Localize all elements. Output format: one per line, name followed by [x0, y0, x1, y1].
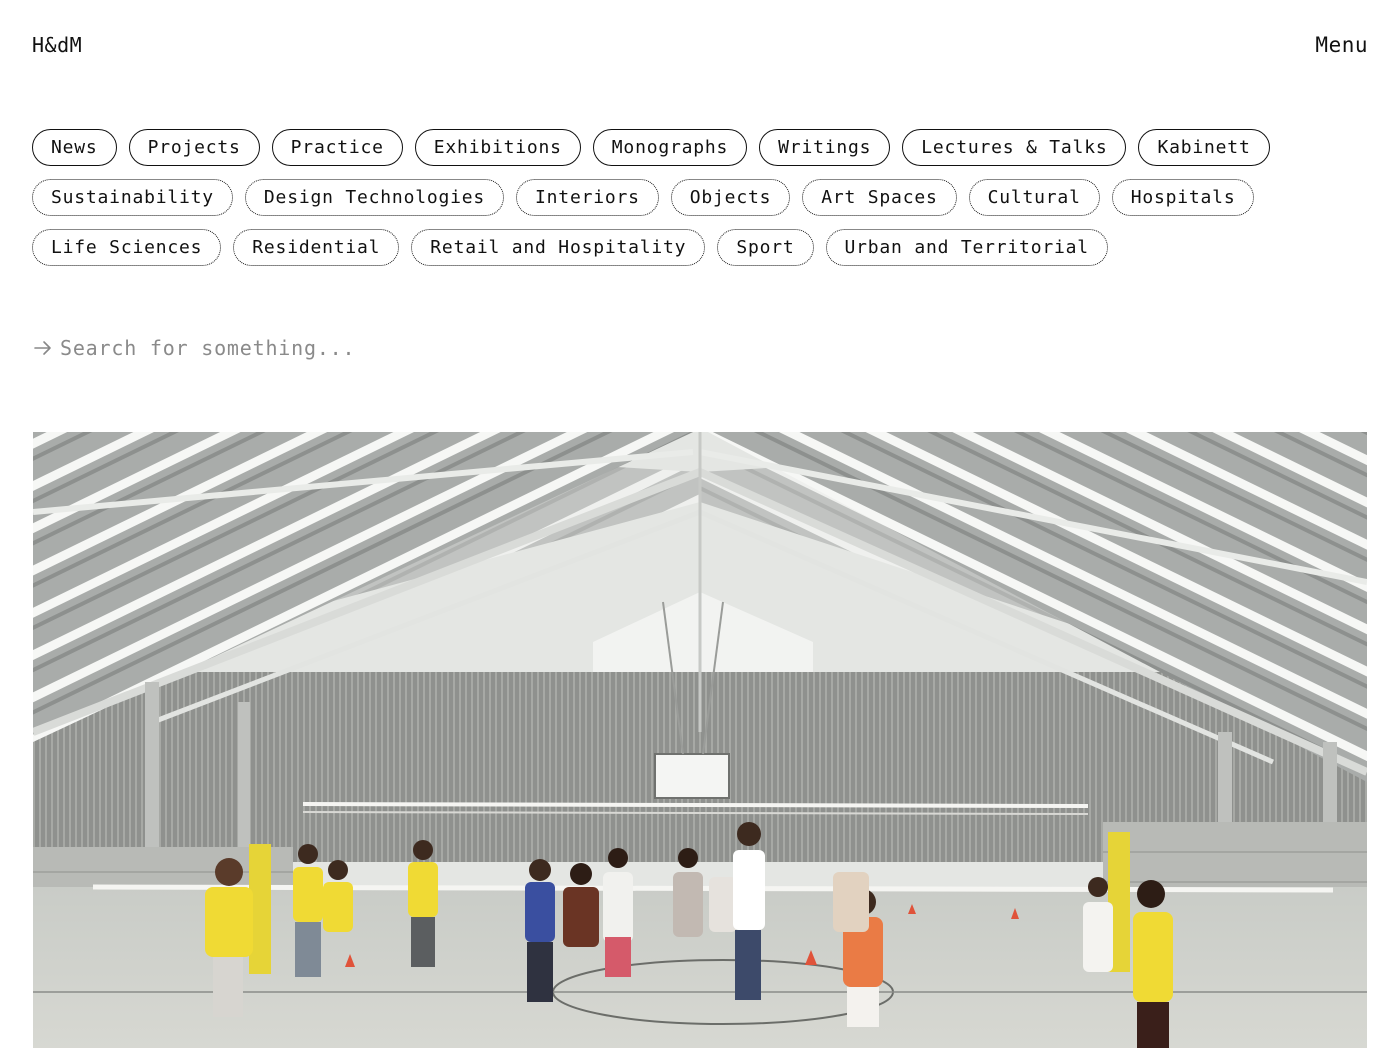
search-bar — [32, 332, 632, 364]
tag-design-technologies[interactable]: Design Technologies — [244, 179, 505, 216]
site-logo[interactable]: H&dM — [32, 33, 82, 57]
secondary-category-row: Sustainability Design Technologies Inter… — [32, 179, 1372, 216]
tag-lectures-talks[interactable]: Lectures & Talks — [902, 129, 1127, 166]
tag-practice[interactable]: Practice — [271, 129, 403, 166]
tag-monographs[interactable]: Monographs — [592, 129, 748, 166]
tag-sustainability[interactable]: Sustainability — [32, 179, 233, 216]
tag-hospitals[interactable]: Hospitals — [1111, 179, 1255, 216]
primary-category-row: News Projects Practice Exhibitions Monog… — [32, 129, 1372, 166]
tag-objects[interactable]: Objects — [670, 179, 791, 216]
tag-art-spaces[interactable]: Art Spaces — [802, 179, 957, 216]
tag-urban-territorial[interactable]: Urban and Territorial — [825, 229, 1108, 266]
tag-sport[interactable]: Sport — [717, 229, 814, 266]
category-filters: News Projects Practice Exhibitions Monog… — [32, 129, 1372, 279]
search-input[interactable] — [60, 336, 580, 360]
secondary-category-row: Life Sciences Residential Retail and Hos… — [32, 229, 1372, 266]
hero-image[interactable] — [33, 432, 1367, 1048]
tag-life-sciences[interactable]: Life Sciences — [32, 229, 222, 266]
tag-projects[interactable]: Projects — [128, 129, 260, 166]
tag-news[interactable]: News — [32, 129, 117, 166]
tag-writings[interactable]: Writings — [759, 129, 891, 166]
tag-interiors[interactable]: Interiors — [516, 179, 659, 216]
menu-button[interactable]: Menu — [1315, 33, 1368, 57]
arrow-right-icon — [32, 337, 54, 359]
tag-retail-hospitality[interactable]: Retail and Hospitality — [411, 229, 706, 266]
tag-kabinett[interactable]: Kabinett — [1138, 129, 1270, 166]
tag-exhibitions[interactable]: Exhibitions — [414, 129, 581, 166]
tag-residential[interactable]: Residential — [233, 229, 400, 266]
tag-cultural[interactable]: Cultural — [968, 179, 1100, 216]
